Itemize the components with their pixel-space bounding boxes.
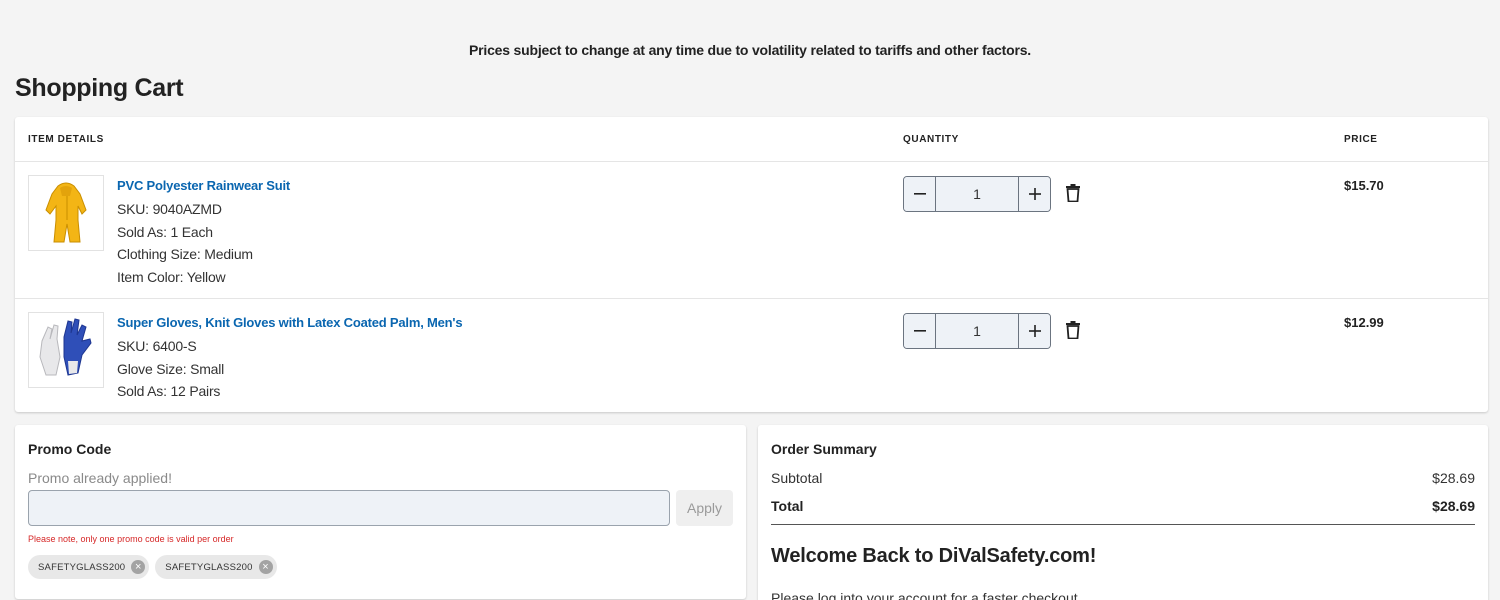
increase-quantity-button[interactable] xyxy=(1018,177,1050,211)
item-glove-size: Glove Size: Small xyxy=(117,360,225,377)
item-details: Super Gloves, Knit Gloves with Latex Coa… xyxy=(117,315,463,403)
welcome-heading: Welcome Back to DiValSafety.com! xyxy=(771,545,1097,567)
gloves-image-art xyxy=(39,318,92,376)
order-summary-panel: Order Summary Subtotal $28.69 Total $28.… xyxy=(758,425,1488,600)
subtotal-value: $28.69 xyxy=(1432,470,1475,486)
cart-row: PVC Polyester Rainwear Suit SKU: 9040AZM… xyxy=(15,162,1488,299)
quantity-input[interactable]: 1 xyxy=(936,314,1018,348)
promo-code-panel: Promo Code Promo already applied! Apply … xyxy=(15,425,746,599)
order-summary-title: Order Summary xyxy=(771,441,877,457)
plus-icon xyxy=(1028,188,1041,200)
total-label: Total xyxy=(771,498,804,514)
cart-header: ITEM DETAILS QUANTITY PRICE xyxy=(15,117,1488,162)
item-clothing-size: Clothing Size: Medium xyxy=(117,246,253,262)
item-price: $12.99 xyxy=(1344,315,1384,330)
promo-chip: SAFETYGLASS200 × xyxy=(28,555,150,579)
plus-icon xyxy=(1028,325,1041,337)
trash-icon[interactable] xyxy=(1066,321,1080,339)
decrease-quantity-button[interactable] xyxy=(904,314,936,348)
rainwear-suit-image[interactable] xyxy=(28,175,104,251)
subtotal-label: Subtotal xyxy=(771,470,823,486)
item-color: Item Color: Yellow xyxy=(117,268,226,285)
quantity-stepper: 1 xyxy=(903,176,1051,212)
applied-promo-codes: SAFETYGLASS200 × SAFETYGLASS200 × xyxy=(28,555,277,579)
quantity-stepper: 1 xyxy=(903,313,1051,349)
remove-promo-icon[interactable]: × xyxy=(258,560,273,574)
item-sold-as: Sold As: 1 Each xyxy=(117,223,213,240)
total-row: Total $28.69 xyxy=(771,498,1475,514)
total-value: $28.69 xyxy=(1432,498,1475,514)
promo-status: Promo already applied! xyxy=(28,470,172,486)
item-details: PVC Polyester Rainwear Suit SKU: 9040AZM… xyxy=(117,178,290,288)
page-title: Shopping Cart xyxy=(15,74,184,102)
subtotal-row: Subtotal $28.69 xyxy=(771,470,1475,486)
summary-divider xyxy=(771,524,1475,525)
item-sku: SKU: 9040AZMD xyxy=(117,201,222,217)
apply-button[interactable]: Apply xyxy=(676,490,733,526)
rainwear-suit-image-art xyxy=(45,182,87,243)
item-name-link[interactable]: Super Gloves, Knit Gloves with Latex Coa… xyxy=(117,315,463,330)
minus-icon xyxy=(913,193,926,195)
promo-chip-label: SAFETYGLASS200 xyxy=(38,561,126,573)
cart-row: Super Gloves, Knit Gloves with Latex Coa… xyxy=(15,299,1488,411)
increase-quantity-button[interactable] xyxy=(1018,314,1050,348)
promo-chip: SAFETYGLASS200 × xyxy=(155,555,277,579)
tariff-notice: Prices subject to change at any time due… xyxy=(469,42,1031,58)
decrease-quantity-button[interactable] xyxy=(904,177,936,211)
cart-table: ITEM DETAILS QUANTITY PRICE PVC Polyeste… xyxy=(15,117,1488,412)
promo-title: Promo Code xyxy=(28,441,112,457)
gloves-image[interactable] xyxy=(28,312,104,388)
quantity-header: QUANTITY xyxy=(903,134,959,145)
price-header: PRICE xyxy=(1344,134,1378,145)
item-sku: SKU: 6400-S xyxy=(117,338,197,354)
promo-code-input[interactable] xyxy=(28,490,670,526)
item-price: $15.70 xyxy=(1344,178,1384,193)
quantity-input[interactable]: 1 xyxy=(936,177,1018,211)
item-name-link[interactable]: PVC Polyester Rainwear Suit xyxy=(117,178,290,193)
item-sold-as: Sold As: 12 Pairs xyxy=(117,383,221,399)
minus-icon xyxy=(913,330,926,332)
login-prompt: Please log into your account for a faste… xyxy=(771,590,1078,600)
promo-note: Please note, only one promo code is vali… xyxy=(28,534,234,544)
item-details-header: ITEM DETAILS xyxy=(28,134,104,145)
trash-icon[interactable] xyxy=(1066,184,1080,202)
promo-chip-label: SAFETYGLASS200 xyxy=(165,561,253,573)
remove-promo-icon[interactable]: × xyxy=(131,560,146,574)
